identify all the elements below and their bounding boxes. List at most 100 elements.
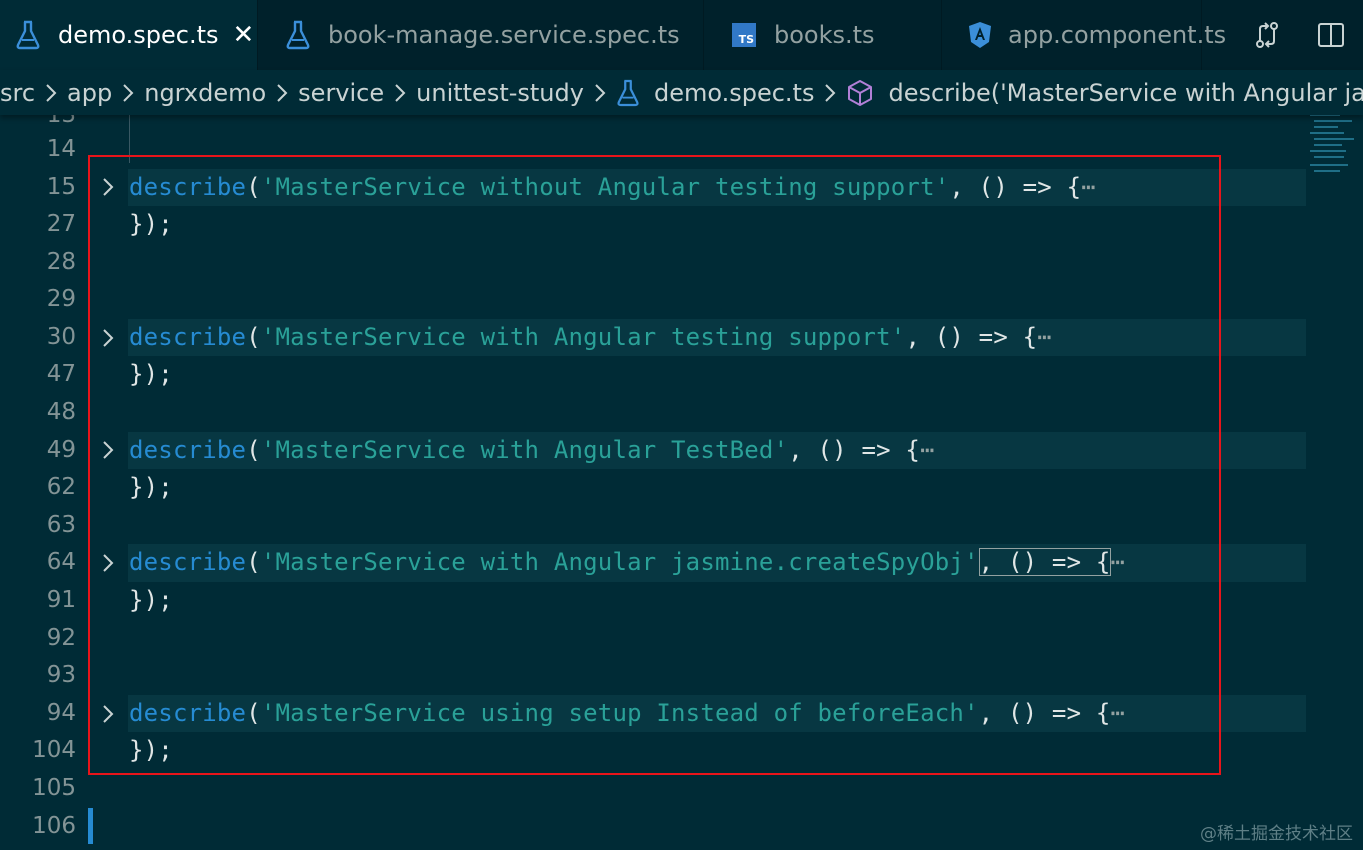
chevron-right-icon — [275, 83, 289, 103]
breadcrumb: src app ngrxdemo service unittest-study … — [0, 70, 1363, 115]
punctuation-token: , () => { — [978, 548, 1111, 577]
flask-icon — [284, 20, 312, 50]
breadcrumb-item[interactable]: demo.spec.ts — [654, 79, 815, 107]
line-number: 47 — [46, 361, 76, 388]
line-number: 93 — [46, 662, 76, 689]
punctuation-token: , () => { — [978, 698, 1111, 727]
keyword-token: describe — [129, 322, 247, 351]
punctuation-token: , () => { — [949, 172, 1082, 201]
flask-icon — [14, 20, 42, 50]
code-line[interactable]: 104 }); — [0, 732, 1363, 770]
breadcrumb-item[interactable]: app — [67, 79, 112, 107]
line-number: 48 — [46, 399, 76, 425]
chevron-right-icon[interactable] — [96, 695, 120, 733]
code-line[interactable]: 27 }); — [0, 206, 1363, 244]
code-line[interactable]: 28 — [0, 244, 1363, 282]
line-number: 49 — [46, 436, 76, 463]
keyword-token: describe — [129, 172, 247, 201]
tab-demo-spec[interactable]: demo.spec.ts ✕ — [0, 0, 258, 70]
line-number: 105 — [32, 775, 76, 801]
breadcrumb-item[interactable]: src — [0, 79, 35, 107]
folded-ellipsis[interactable]: ⋯ — [920, 436, 935, 464]
code-line[interactable]: 29 — [0, 281, 1363, 319]
code-line[interactable]: 92 — [0, 620, 1363, 658]
keyword-token: describe — [129, 435, 247, 464]
punctuation-token: ( — [246, 548, 261, 577]
line-number: 14 — [46, 136, 76, 162]
breadcrumb-item[interactable]: ngrxdemo — [144, 79, 266, 107]
string-token: 'MasterService with Angular TestBed' — [260, 435, 789, 464]
breadcrumb-item[interactable]: unittest-study — [416, 79, 584, 107]
punctuation-token: }); — [129, 473, 173, 502]
folded-ellipsis[interactable]: ⋯ — [1037, 323, 1052, 351]
code-line[interactable]: 106 — [0, 808, 1363, 846]
punctuation-token: }); — [129, 736, 173, 765]
chevron-right-icon — [593, 83, 607, 103]
line-number: 106 — [32, 812, 76, 839]
close-icon[interactable]: ✕ — [233, 20, 255, 50]
watermark: @稀土掘金技术社区 — [1200, 824, 1353, 844]
punctuation-token: , () => { — [905, 322, 1038, 351]
editor-actions — [1235, 0, 1363, 70]
folded-ellipsis[interactable]: ⋯ — [1111, 548, 1126, 576]
folded-ellipsis[interactable]: ⋯ — [1111, 699, 1126, 727]
line-number: 27 — [46, 211, 76, 237]
current-line-indicator — [88, 808, 93, 844]
typescript-icon: TS — [730, 20, 758, 50]
split-editor-icon[interactable] — [1299, 0, 1363, 70]
code-line[interactable]: 14 — [0, 131, 1363, 169]
code-line[interactable]: 47 }); — [0, 356, 1363, 394]
line-number: 92 — [46, 624, 76, 651]
code-line[interactable]: 64 describe('MasterService with Angular … — [0, 544, 1363, 582]
code-line[interactable]: 49 describe('MasterService with Angular … — [0, 431, 1363, 470]
line-number: 94 — [46, 699, 76, 726]
tab-label: books.ts — [774, 21, 875, 49]
code-line[interactable]: 63 — [0, 507, 1363, 545]
punctuation-token: , () => { — [788, 435, 921, 464]
breadcrumb-item[interactable]: describe('MasterService with Angular jas… — [888, 79, 1363, 107]
chevron-right-icon[interactable] — [96, 169, 120, 207]
code-line[interactable]: 105 — [0, 770, 1363, 808]
folded-ellipsis[interactable]: ⋯ — [1081, 173, 1096, 201]
breadcrumb-item[interactable]: service — [298, 79, 384, 107]
line-number: 62 — [46, 474, 76, 501]
code-editor[interactable]: 13 14 15 describe('MasterService without… — [0, 115, 1363, 850]
code-line[interactable]: 62 }); — [0, 469, 1363, 507]
symbol-method-icon — [846, 79, 874, 107]
tab-label: book-manage.service.spec.ts — [328, 21, 680, 49]
code-line[interactable]: 93 — [0, 657, 1363, 695]
tab-books[interactable]: TS books.ts — [704, 0, 942, 70]
string-token: 'MasterService with Angular jasmine.crea… — [260, 548, 979, 577]
code-line[interactable]: 94 describe('MasterService using setup I… — [0, 694, 1363, 733]
tab-book-manage-spec[interactable]: book-manage.service.spec.ts — [258, 0, 704, 70]
code-line[interactable]: 91 }); — [0, 582, 1363, 620]
tab-bar: demo.spec.ts ✕ book-manage.service.spec.… — [0, 0, 1363, 70]
punctuation-token: ( — [246, 172, 261, 201]
punctuation-token: ( — [246, 435, 261, 464]
keyword-token: describe — [129, 698, 247, 727]
chevron-right-icon — [823, 83, 837, 103]
string-token: 'MasterService without Angular testing s… — [260, 172, 950, 201]
string-token: 'MasterService with Angular testing supp… — [260, 322, 906, 351]
code-line[interactable]: 15 describe('MasterService without Angul… — [0, 168, 1363, 207]
code-line[interactable]: 48 — [0, 394, 1363, 432]
keyword-token: describe — [129, 548, 247, 577]
punctuation-token: }); — [129, 586, 173, 614]
punctuation-token: }); — [129, 360, 173, 389]
line-number: 28 — [46, 248, 76, 275]
chevron-right-icon[interactable] — [96, 432, 120, 470]
tab-app-component[interactable]: app.component.ts — [942, 0, 1226, 70]
code-line[interactable]: 30 describe('MasterService with Angular … — [0, 318, 1363, 357]
line-number: 15 — [46, 173, 76, 200]
line-number: 91 — [46, 587, 76, 613]
chevron-right-icon[interactable] — [96, 319, 120, 357]
line-number: 104 — [32, 737, 76, 764]
angular-icon — [968, 20, 992, 50]
flask-icon — [616, 79, 640, 107]
tab-label: demo.spec.ts — [58, 21, 219, 49]
punctuation-token: ( — [246, 698, 261, 727]
compare-changes-icon[interactable] — [1235, 0, 1299, 70]
chevron-right-icon — [44, 83, 58, 103]
chevron-right-icon[interactable] — [96, 544, 120, 582]
line-number: 63 — [46, 511, 76, 538]
